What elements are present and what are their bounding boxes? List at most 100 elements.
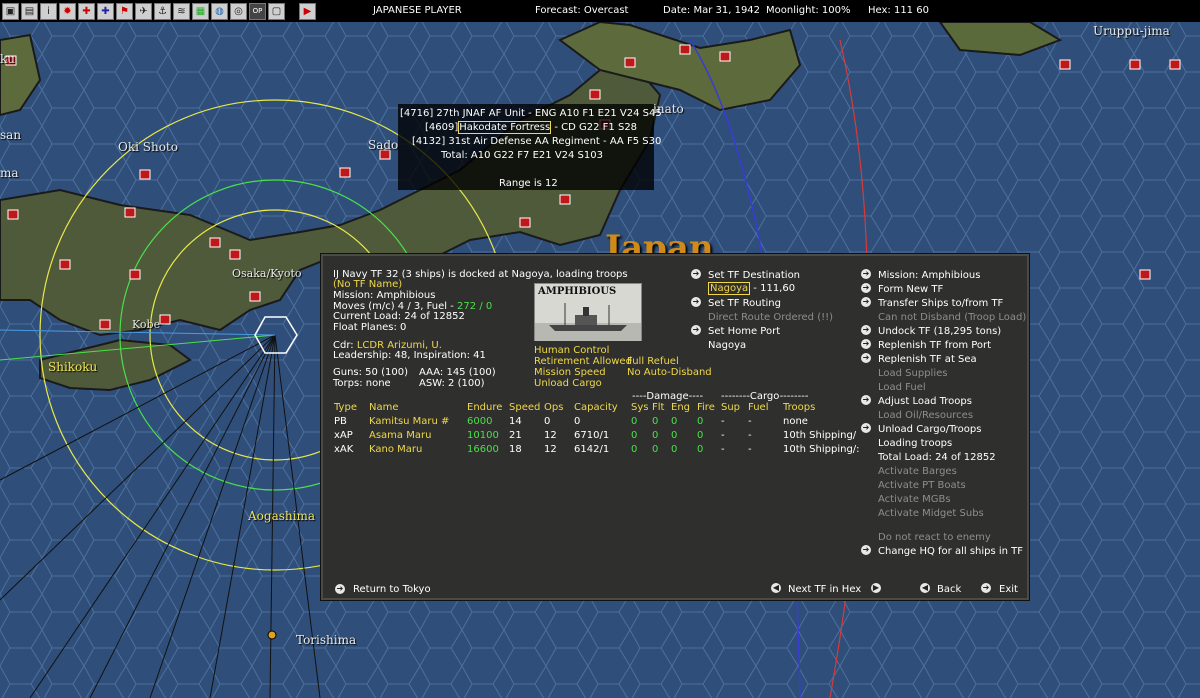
right-menu-item: Load Oil/Resources — [878, 410, 974, 421]
full-refuel[interactable]: Full Refuel — [627, 356, 679, 367]
globe-icon[interactable]: ◍ — [211, 2, 228, 20]
target-icon[interactable]: ◎ — [230, 2, 247, 20]
label-shikoku: Shikoku — [48, 360, 98, 374]
back-button[interactable]: Back — [937, 584, 961, 595]
table-header[interactable]: Eng — [671, 402, 690, 413]
next-tf-in-hex-button[interactable]: Next TF in Hex — [788, 584, 861, 595]
ship-silhouette-icon — [535, 303, 641, 341]
right-menu-item[interactable]: Replenish TF from Port — [878, 340, 991, 351]
right-menu-item[interactable]: Mission: Amphibious — [878, 270, 980, 281]
table-header[interactable]: Troops — [783, 402, 815, 413]
right-menu-item[interactable]: Unload Cargo/Troops — [878, 424, 981, 435]
table-cell: 0 — [671, 416, 678, 427]
next-tf-arrow-icon[interactable]: ▶ — [871, 583, 881, 593]
save-icon[interactable]: ▣ — [2, 2, 19, 20]
right-menu-item[interactable]: Adjust Load Troops — [878, 396, 972, 407]
set-home-arrow-icon[interactable]: ➔ — [691, 325, 701, 335]
base-icon[interactable]: ⚑ — [116, 2, 133, 20]
unload-cargo-setting[interactable]: Unload Cargo — [534, 378, 602, 389]
exit-arrow-icon[interactable]: ➔ — [981, 583, 991, 593]
right-menu-arrow-icon[interactable]: ➔ — [861, 353, 871, 363]
table-cell: 0 — [544, 416, 551, 427]
set-dest-arrow-icon[interactable]: ➔ — [691, 269, 701, 279]
right-menu-arrow-icon[interactable]: ➔ — [861, 269, 871, 279]
tf-asw: ASW: 2 (100) — [419, 378, 485, 389]
op-icon[interactable]: OP — [249, 2, 266, 20]
right-menu-item[interactable]: Replenish TF at Sea — [878, 354, 977, 365]
load-icon[interactable]: ▤ — [21, 2, 38, 20]
table-header[interactable]: Fire — [697, 402, 715, 413]
table-header[interactable]: Endure — [467, 402, 502, 413]
table-cell: none — [783, 416, 808, 427]
right-menu-item[interactable]: Total Load: 24 of 12852 — [878, 452, 996, 463]
tf-float-planes: Float Planes: 0 — [333, 322, 407, 333]
table-header[interactable]: Name — [369, 402, 399, 413]
info-line-4: Total: A10 G22 F7 E21 V24 S103 — [441, 150, 603, 161]
group-icon[interactable]: ✚ — [97, 2, 114, 20]
right-menu-item: Load Fuel — [878, 382, 926, 393]
label-uruppu-jima: Uruppu-jima — [1093, 24, 1170, 38]
right-menu-arrow-icon[interactable]: ➔ — [861, 339, 871, 349]
cross-icon[interactable]: ✚ — [78, 2, 95, 20]
right-menu-arrow-icon[interactable]: ➔ — [861, 325, 871, 335]
table-cell: 0 — [631, 430, 638, 441]
amphib-label: AMPHIBIOUS — [538, 286, 617, 297]
table-header[interactable]: Capacity — [574, 402, 618, 413]
table-cell: - — [721, 444, 725, 455]
label-oki-shoto: Oki Shoto — [118, 140, 178, 154]
table-header[interactable]: Ops — [544, 402, 563, 413]
table-header[interactable]: Speed — [509, 402, 540, 413]
ship-name[interactable]: Asama Maru — [369, 430, 431, 441]
ship-name[interactable]: Kano Maru — [369, 444, 422, 455]
right-menu-item[interactable]: Transfer Ships to/from TF — [878, 298, 1003, 309]
set-routing-arrow-icon[interactable]: ➔ — [691, 297, 701, 307]
table-cell: 10100 — [467, 430, 499, 441]
play-icon[interactable]: ▶ — [299, 2, 316, 20]
right-menu-arrow-icon[interactable]: ➔ — [861, 545, 871, 555]
return-to-tokyo-button[interactable]: Return to Tokyo — [353, 584, 431, 595]
ship-name[interactable]: Kamitsu Maru # — [369, 416, 449, 427]
table-header[interactable]: Type — [334, 402, 357, 413]
table-header[interactable]: Flt — [652, 402, 664, 413]
right-menu-item[interactable]: Form New TF — [878, 284, 943, 295]
damage-group-header: ----Damage---- — [632, 391, 704, 402]
table-header[interactable]: Fuel — [748, 402, 768, 413]
tf-panel: IJ Navy TF 32 (3 ships) is docked at Nag… — [320, 253, 1030, 601]
table-cell: 12 — [544, 444, 557, 455]
retirement-allowed[interactable]: Retirement Allowed — [534, 356, 632, 367]
table-cell: 6142/1 — [574, 444, 610, 455]
mission-speed[interactable]: Mission Speed — [534, 367, 606, 378]
human-control[interactable]: Human Control — [534, 345, 609, 356]
air-icon[interactable]: ✈ — [135, 2, 152, 20]
prev-tf-arrow-icon[interactable]: ◀ — [771, 583, 781, 593]
tf-name[interactable]: (No TF Name) — [333, 279, 402, 290]
reports-icon[interactable]: ≋ — [173, 2, 190, 20]
set-tf-routing-button[interactable]: Set TF Routing — [708, 298, 781, 309]
info-line-3: [4132] 31st Air Defense AA Regiment - AA… — [412, 136, 662, 147]
table-header[interactable]: Sup — [721, 402, 740, 413]
cargo-group-header: --------Cargo-------- — [721, 391, 809, 402]
back-arrow-icon[interactable]: ◀ — [920, 583, 930, 593]
right-menu-item[interactable]: Undock TF (18,295 tons) — [878, 326, 1001, 337]
label-left-san: san — [0, 128, 22, 142]
ship-icon[interactable]: ⚓ — [154, 2, 171, 20]
table-header[interactable]: Sys — [631, 402, 648, 413]
no-auto-disband[interactable]: No Auto-Disband — [627, 367, 712, 378]
cam-icon[interactable]: ▢ — [268, 2, 285, 20]
set-home-port-button[interactable]: Set Home Port — [708, 326, 780, 337]
right-menu-arrow-icon[interactable]: ➔ — [861, 297, 871, 307]
right-menu-arrow-icon[interactable]: ➔ — [861, 283, 871, 293]
set-tf-destination-button[interactable]: Set TF Destination — [708, 270, 800, 281]
info-icon[interactable]: i — [40, 2, 57, 20]
table-cell: 0 — [697, 416, 704, 427]
return-arrow-icon[interactable]: ➔ — [335, 584, 345, 594]
chart-icon[interactable]: ▦ — [192, 2, 209, 20]
right-menu-item[interactable]: Loading troops — [878, 438, 952, 449]
table-cell: PB — [334, 416, 347, 427]
right-menu-item[interactable]: Change HQ for all ships in TF — [878, 546, 1023, 557]
right-menu-arrow-icon[interactable]: ➔ — [861, 395, 871, 405]
japan-flag-icon[interactable]: ✹ — [59, 2, 76, 20]
exit-button[interactable]: Exit — [999, 584, 1018, 595]
right-menu-arrow-icon[interactable]: ➔ — [861, 423, 871, 433]
destination-name[interactable]: Nagoya — [708, 282, 751, 295]
